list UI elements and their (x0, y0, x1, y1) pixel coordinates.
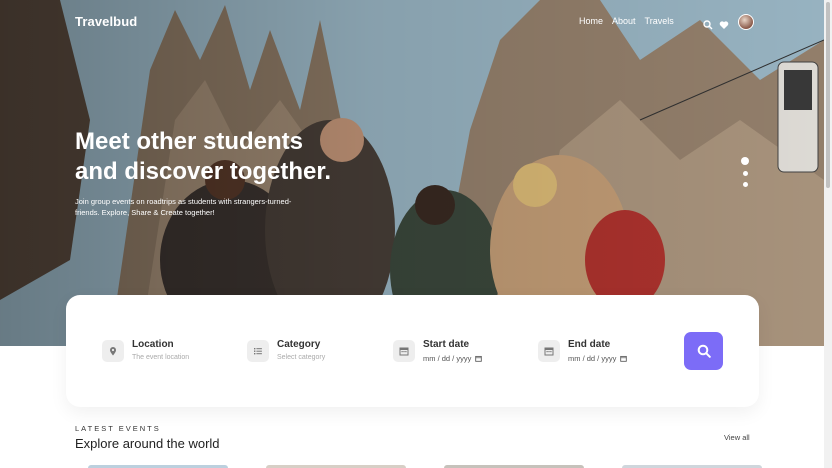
start-date-value: mm / dd / yyyy (423, 354, 472, 363)
start-date-input[interactable]: mm / dd / yyyy (423, 354, 483, 363)
nav-link-home[interactable]: Home (579, 16, 603, 26)
hero-headline-line1: Meet other students (75, 128, 304, 155)
view-all-link[interactable]: View all (724, 433, 750, 442)
end-date-input[interactable]: mm / dd / yyyy (568, 354, 628, 363)
list-icon (247, 340, 269, 362)
main-nav: Home About Travels (579, 16, 683, 26)
section-title: Explore around the world (75, 436, 220, 451)
slide-dot-1[interactable] (741, 157, 749, 165)
slide-indicators (741, 157, 749, 187)
category-placeholder: Select category (277, 354, 326, 361)
nav-link-about[interactable]: About (612, 16, 636, 26)
calendar-icon (393, 340, 415, 362)
heart-icon[interactable] (719, 17, 729, 29)
event-search-card: Location The event location Category Sel… (66, 295, 759, 407)
location-field[interactable]: Location The event location (102, 339, 189, 362)
location-label: Location (132, 339, 174, 350)
page: Travelbud Home About Travels Meet other … (0, 0, 832, 468)
hero-subtext: Join group events on roadtrips as studen… (75, 197, 292, 217)
search-icon (697, 344, 711, 358)
search-button[interactable] (684, 332, 723, 370)
end-date-label: End date (568, 339, 611, 350)
hero-headline: Meet other students and discover togethe… (75, 127, 395, 187)
slide-dot-2[interactable] (742, 171, 748, 176)
brand-logo[interactable]: Travelbud (75, 14, 137, 29)
date-picker-icon[interactable] (620, 355, 628, 362)
date-picker-icon[interactable] (475, 355, 483, 362)
calendar-icon (538, 340, 560, 362)
category-field[interactable]: Category Select category (247, 339, 325, 362)
nav-link-travels[interactable]: Travels (645, 16, 674, 26)
end-date-value: mm / dd / yyyy (568, 354, 617, 363)
search-icon[interactable] (703, 17, 713, 30)
slide-dot-3[interactable] (742, 182, 748, 187)
end-date-field[interactable]: End date mm / dd / yyyy (538, 339, 628, 363)
location-pin-icon (102, 340, 124, 362)
hero-headline-line2: and discover together. (75, 158, 332, 185)
user-avatar[interactable] (738, 14, 754, 30)
category-label: Category (277, 339, 321, 350)
start-date-field[interactable]: Start date mm / dd / yyyy (393, 339, 483, 363)
start-date-label: Start date (423, 339, 470, 350)
scrollbar-thumb[interactable] (826, 2, 830, 188)
section-eyebrow: LATEST EVENTS (75, 424, 161, 433)
nav-actions (703, 14, 754, 30)
location-placeholder: The event location (132, 354, 190, 361)
